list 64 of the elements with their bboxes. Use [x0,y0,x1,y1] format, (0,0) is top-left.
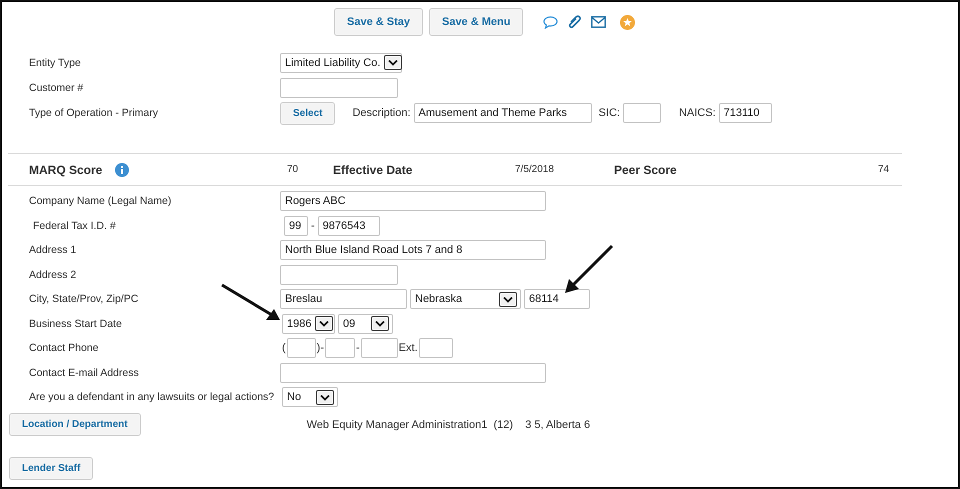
field-label: Contact E-mail Address [29,366,140,379]
input-field[interactable] [280,362,546,383]
tax-prefix-field[interactable]: 99 [284,216,308,236]
description-field[interactable]: Amusement and Theme Parks [414,103,592,123]
field-label: Federal Tax I.D. # [32,220,117,232]
entity-type-dropdown[interactable]: Limited Liability Co. [280,52,402,72]
caret-icon [499,292,517,307]
annotation-arrow [220,283,282,323]
input-field[interactable]: North Blue Island Road Lots 7 and 8 [280,240,546,260]
lender-staff-button[interactable]: Lender Staff [9,457,94,480]
field-label: Entity Type [29,56,82,68]
tax-number-field[interactable]: 9876543 [318,216,380,236]
peer-score-label: Peer Score [614,162,678,176]
input-field[interactable] [280,78,398,98]
sic-field[interactable] [622,103,661,123]
area-code-field[interactable] [286,338,316,358]
score-title: MARQ Score [29,162,104,176]
separator-text: - [311,220,315,232]
year-dropdown[interactable]: 1986 [282,314,335,334]
caret-icon [371,316,389,332]
field-label: Business Start Date [29,318,123,330]
month-dropdown[interactable]: 09 [338,314,393,334]
mail-icon[interactable] [591,16,606,28]
input-field[interactable]: Rogers ABC [280,191,546,212]
ext-label: Ext. [398,342,418,354]
select-button[interactable]: Select [280,102,336,124]
save-button[interactable]: Save & Stay [334,8,423,36]
extension-field[interactable] [418,338,453,358]
effective-date-value: 7/5/2018 [515,164,555,175]
separator-text: )- [316,342,324,354]
info-icon[interactable] [115,162,129,176]
caret-icon [315,316,334,332]
separator-text: - [356,342,360,354]
peer-score-value: 74 [878,164,890,175]
caret-icon [316,390,334,405]
speech-bubble-icon[interactable] [543,16,558,28]
defendant-dropdown[interactable]: No [282,387,338,408]
annotation-arrow [562,244,614,296]
naics-field[interactable]: 713110 [718,103,772,123]
caret-icon [384,55,402,70]
effective-date-label: Effective Date [333,162,414,176]
city-field[interactable]: Breslau [280,289,407,310]
field-label: City, State/Prov, Zip/PC [29,293,140,306]
field-label: Are you a defendant in any lawsuits or legal actions? [29,391,276,404]
paperclip-icon[interactable] [568,14,582,30]
location-department-button[interactable]: Location / Department [9,413,141,436]
field-label: Contact Phone [29,342,100,354]
score-value: 70 [287,164,300,175]
phone-prefix-field[interactable] [325,338,355,358]
location-text: Web Equity Manager Administration1 (12) 3 5, Alberta 6 [306,418,590,430]
field-label: Address 2 [29,268,78,281]
description-label: Description: [352,107,411,119]
naics-label: NAICS: [678,107,716,119]
input-field[interactable] [280,264,398,285]
zip-field[interactable]: 68114 [524,289,590,310]
field-label: Type of Operation - Primary [29,107,159,119]
field-label: Address 1 [29,244,78,256]
field-label: Company Name (Legal Name) [29,195,172,208]
sic-label: SIC: [598,107,620,119]
state-dropdown[interactable]: Nebraska [410,289,521,310]
save-button[interactable]: Save & Menu [428,8,524,36]
paren-text: ( [282,342,286,354]
field-label: Customer # [29,82,84,94]
phone-number-field[interactable] [360,338,398,358]
